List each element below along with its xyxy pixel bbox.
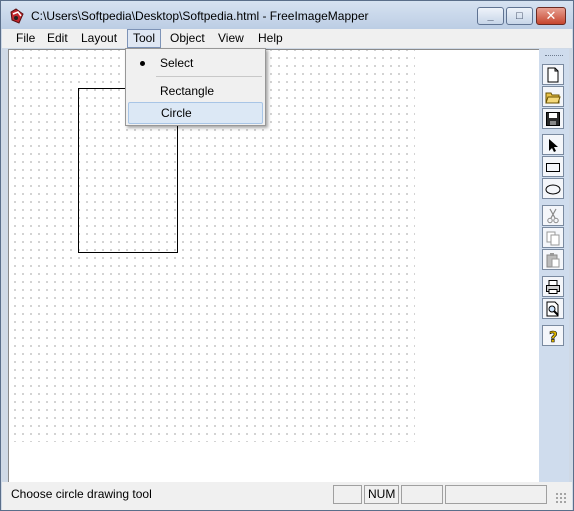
tool-dropdown-menu: Select Rectangle Circle bbox=[125, 48, 266, 126]
minimize-icon: _ bbox=[487, 10, 494, 22]
app-window: C:\Users\Softpedia\Desktop\Softpedia.htm… bbox=[0, 0, 574, 511]
cut-button[interactable] bbox=[542, 205, 564, 226]
menu-help[interactable]: Help bbox=[253, 29, 288, 48]
menu-object[interactable]: Object bbox=[165, 29, 210, 48]
new-button[interactable] bbox=[542, 64, 564, 85]
print-preview-icon bbox=[546, 301, 559, 317]
print-icon bbox=[546, 280, 560, 294]
print-button[interactable] bbox=[542, 276, 564, 297]
copy-icon bbox=[546, 231, 560, 246]
select-arrow-icon bbox=[549, 139, 558, 152]
tool-menu-rectangle[interactable]: Rectangle bbox=[128, 80, 263, 102]
canvas-blank-area-bottom bbox=[9, 442, 540, 483]
maximize-icon: □ bbox=[516, 10, 523, 22]
resize-grip[interactable] bbox=[555, 492, 567, 504]
cut-icon bbox=[547, 208, 559, 224]
menu-bar: File Edit Layout Tool Object View Help bbox=[2, 29, 572, 48]
tool-menu-circle-label: Circle bbox=[161, 106, 192, 120]
menu-view[interactable]: View bbox=[213, 29, 249, 48]
vertical-toolbar: ? bbox=[539, 49, 569, 482]
rectangle-tool-button[interactable] bbox=[542, 156, 564, 177]
tool-menu-select-label: Select bbox=[160, 56, 194, 70]
open-button[interactable] bbox=[542, 86, 564, 107]
rectangle-tool-icon bbox=[546, 163, 560, 172]
copy-button[interactable] bbox=[542, 227, 564, 248]
circle-tool-button[interactable] bbox=[542, 178, 564, 199]
help-icon: ? bbox=[549, 328, 558, 344]
minimize-button[interactable]: _ bbox=[477, 7, 504, 25]
status-panel-caps bbox=[333, 485, 362, 504]
paste-icon bbox=[546, 253, 560, 268]
status-bar: Choose circle drawing tool NUM bbox=[2, 482, 572, 510]
svg-text:?: ? bbox=[549, 328, 558, 344]
paste-button[interactable] bbox=[542, 249, 564, 270]
status-message: Choose circle drawing tool bbox=[11, 487, 152, 501]
close-icon: ✕ bbox=[545, 8, 557, 23]
menu-tool[interactable]: Tool bbox=[127, 29, 162, 48]
tool-menu-select[interactable]: Select bbox=[128, 52, 263, 74]
tool-menu-rectangle-label: Rectangle bbox=[160, 84, 215, 98]
canvas-blank-area bbox=[415, 50, 540, 483]
save-icon bbox=[546, 112, 560, 126]
status-panel-num: NUM bbox=[364, 485, 399, 504]
title-bar[interactable]: C:\Users\Softpedia\Desktop\Softpedia.htm… bbox=[1, 1, 573, 29]
status-panel-info bbox=[445, 485, 547, 504]
save-button[interactable] bbox=[542, 108, 564, 129]
select-tool-button[interactable] bbox=[542, 134, 564, 155]
window-title: C:\Users\Softpedia\Desktop\Softpedia.htm… bbox=[31, 9, 369, 23]
tool-menu-circle[interactable]: Circle bbox=[128, 102, 263, 124]
menu-separator bbox=[156, 76, 262, 77]
open-folder-icon bbox=[545, 92, 561, 104]
print-preview-button[interactable] bbox=[542, 298, 564, 319]
app-logo-icon bbox=[10, 8, 24, 24]
help-button[interactable]: ? bbox=[542, 325, 564, 346]
close-button[interactable]: ✕ bbox=[536, 7, 566, 25]
drawing-canvas[interactable] bbox=[8, 49, 540, 483]
status-panel-scroll bbox=[401, 485, 443, 504]
maximize-button[interactable]: □ bbox=[506, 7, 533, 25]
menu-layout[interactable]: Layout bbox=[76, 29, 122, 48]
circle-tool-icon bbox=[545, 184, 561, 195]
toolbar-grip[interactable] bbox=[545, 55, 563, 58]
new-document-icon bbox=[547, 67, 559, 83]
menu-file[interactable]: File bbox=[11, 29, 40, 48]
checked-bullet-icon bbox=[140, 61, 145, 66]
menu-edit[interactable]: Edit bbox=[42, 29, 73, 48]
